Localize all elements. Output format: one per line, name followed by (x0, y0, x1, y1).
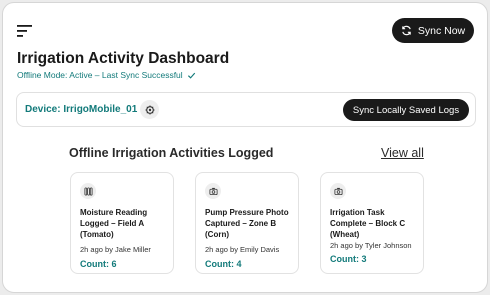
view-all-link[interactable]: View all (381, 146, 424, 160)
sync-local-logs-button[interactable]: Sync Locally Saved Logs (343, 99, 469, 121)
activity-card-count: Count: 6 (80, 259, 117, 269)
activity-card[interactable]: Pump Pressure Photo Captured – Zone B (C… (195, 172, 299, 274)
activity-card-title: Moisture Reading Logged – Field A (Tomat… (80, 208, 148, 239)
section-title: Offline Irrigation Activities Logged (69, 146, 274, 160)
device-bar: Device: IrrigoMobile_01 Sync Locally Sav… (16, 92, 476, 127)
camera-icon (205, 183, 221, 199)
menu-icon[interactable] (17, 25, 33, 37)
sync-now-button[interactable]: Sync Now (392, 18, 474, 43)
activity-card-meta: 2h ago by Emily Davis (205, 245, 280, 254)
sync-status: Offline Mode: Active – Last Sync Success… (17, 70, 196, 80)
activity-card-title: Pump Pressure Photo Captured – Zone B (C… (205, 208, 289, 239)
app-frame: Sync Now Irrigation Activity Dashboard O… (2, 2, 488, 293)
activity-card-meta: 2h ago by Jake Miller (80, 245, 151, 254)
sync-status-text: Offline Mode: Active – Last Sync Success… (17, 70, 183, 80)
activity-card[interactable]: Moisture Reading Logged – Field A (Tomat… (70, 172, 174, 274)
activity-card-count: Count: 4 (205, 259, 242, 269)
activity-card[interactable]: Irrigation Task Complete – Block C (Whea… (320, 172, 424, 274)
sync-icon (402, 25, 411, 36)
activity-card-count: Count: 3 (330, 254, 367, 264)
check-icon (187, 72, 195, 79)
activity-card-title: Irrigation Task Complete – Block C (Whea… (330, 208, 406, 239)
camera-icon (330, 183, 346, 199)
gear-icon (145, 105, 154, 114)
device-settings-button[interactable] (140, 100, 159, 119)
moisture-sensor-icon (80, 183, 96, 199)
sync-now-label: Sync Now (417, 24, 466, 37)
device-label: Device: IrrigoMobile_01 (25, 104, 138, 115)
page-title: Irrigation Activity Dashboard (17, 50, 230, 67)
activity-card-meta: 2h ago by Tyler Johnson (330, 241, 412, 250)
